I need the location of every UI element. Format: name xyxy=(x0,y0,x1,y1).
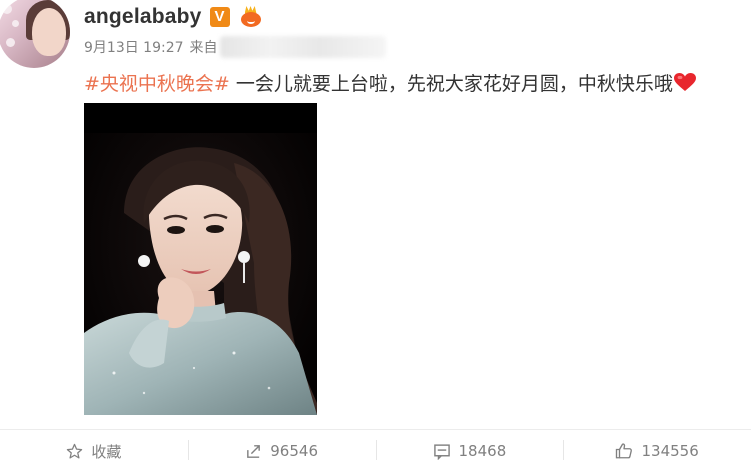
member-crown-icon[interactable] xyxy=(239,6,263,28)
star-icon xyxy=(67,443,83,459)
hashtag-link[interactable]: #央视中秋晚会# xyxy=(84,69,230,96)
post-text: #央视中秋晚会# 一会儿就要上台啦，先祝大家花好月圆，中秋快乐哦 xyxy=(84,68,696,96)
post-meta: 9月13日 19:27 来自 xyxy=(84,36,386,58)
comment-icon xyxy=(433,443,450,460)
comment-button[interactable]: 18468 xyxy=(375,430,564,463)
repost-count: 96546 xyxy=(270,442,318,460)
post-body: 一会儿就要上台啦，先祝大家花好月圆，中秋快乐哦 xyxy=(235,72,673,95)
post-photo[interactable] xyxy=(84,103,317,415)
comment-count: 18468 xyxy=(458,442,507,460)
favorite-button[interactable]: 收藏 xyxy=(0,430,188,463)
heart-icon xyxy=(673,73,696,91)
source-blurred xyxy=(219,36,386,58)
username-link[interactable]: angelababy xyxy=(84,5,202,29)
repost-button[interactable]: 96546 xyxy=(187,430,376,463)
share-icon xyxy=(247,444,261,458)
favorite-label: 收藏 xyxy=(91,442,122,461)
thumbs-up-icon xyxy=(616,443,633,459)
like-count: 134556 xyxy=(641,442,699,460)
avatar[interactable] xyxy=(0,0,70,68)
action-bar: 收藏 96546 18468 134556 xyxy=(0,429,751,463)
user-header: angelababy V xyxy=(84,2,263,32)
like-button[interactable]: 134556 xyxy=(563,430,751,463)
verified-icon[interactable]: V xyxy=(209,7,230,27)
post-timestamp[interactable]: 9月13日 19:27 xyxy=(84,37,184,57)
weibo-post: angelababy V 9月13日 19:27 来自 #央视中秋晚会# 一会儿… xyxy=(0,0,751,463)
post-source-label: 来自 xyxy=(189,40,218,56)
